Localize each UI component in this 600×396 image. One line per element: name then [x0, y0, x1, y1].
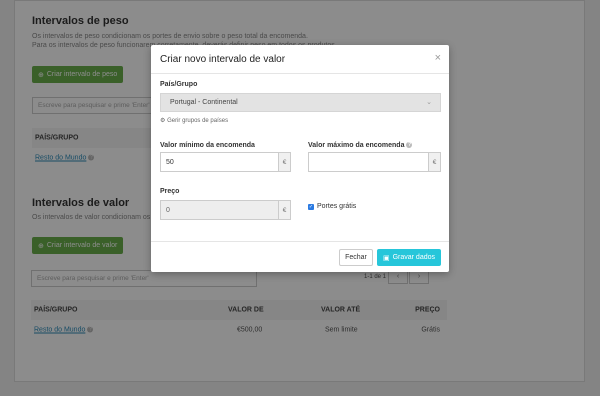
price-label: Preço — [160, 188, 180, 195]
help-icon: ? — [406, 142, 413, 149]
free-shipping-label: Portes grátis — [317, 203, 357, 210]
gear-icon: ⚙ — [160, 118, 166, 124]
country-label: País/Grupo — [160, 81, 198, 88]
close-button[interactable]: Fechar — [339, 249, 373, 266]
manage-groups-label: Gerir grupos de países — [167, 118, 229, 124]
free-shipping-checkbox[interactable]: ✓ — [308, 204, 314, 210]
min-value-label: Valor mínimo da encomenda — [160, 142, 255, 149]
modal-title: Criar novo intervalo de valor — [160, 54, 286, 65]
chevron-down-icon: ⌄ — [426, 99, 432, 106]
save-label: Gravar dados — [392, 254, 436, 261]
save-button[interactable]: ▣ Gravar dados — [377, 249, 441, 266]
create-value-interval-modal: Criar novo intervalo de valor × País/Gru… — [151, 45, 449, 272]
max-value-label: Valor máximo da encomenda? — [308, 142, 413, 149]
euro-addon: € — [278, 153, 290, 171]
price-input[interactable]: 0 € — [160, 200, 291, 220]
country-select-value: Portugal - Continental — [170, 99, 238, 106]
min-value-text: 50 — [166, 158, 174, 166]
min-value-input[interactable]: 50 € — [160, 152, 291, 172]
euro-addon: € — [428, 153, 440, 171]
max-value-input[interactable]: € — [308, 152, 441, 172]
manage-groups-link[interactable]: ⚙ Gerir grupos de países — [160, 117, 228, 124]
save-icon: ▣ — [382, 254, 390, 262]
close-icon[interactable]: × — [435, 52, 441, 64]
modal-footer-divider — [151, 241, 449, 242]
country-select[interactable]: Portugal - Continental ⌄ — [160, 93, 441, 112]
euro-addon: € — [278, 201, 290, 219]
modal-header-divider — [151, 73, 449, 74]
price-text: 0 — [166, 206, 170, 214]
max-value-label-text: Valor máximo da encomenda — [308, 142, 405, 149]
